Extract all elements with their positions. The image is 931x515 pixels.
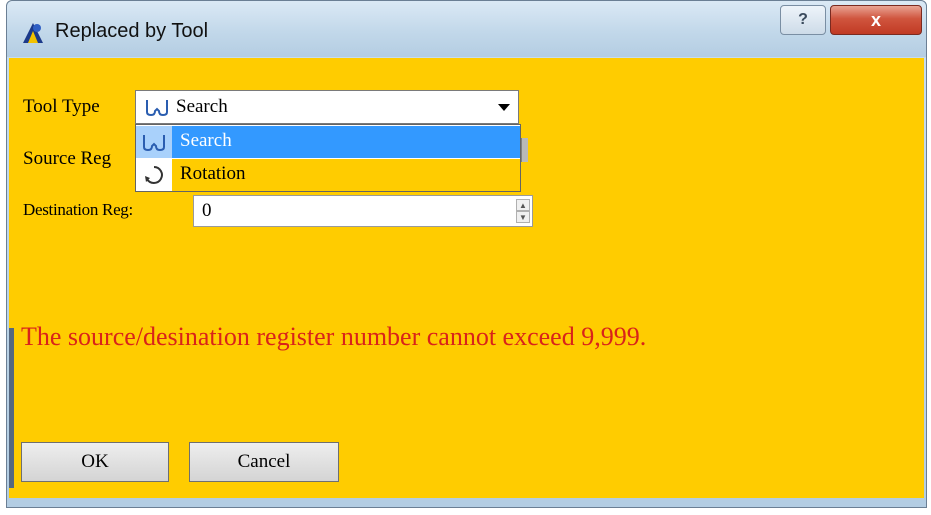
chevron-down-icon[interactable] [494,96,514,118]
close-button[interactable]: x [830,5,922,35]
source-reg-field-edge[interactable] [521,138,528,162]
dialog-window: Replaced by Tool ? x Tool Type Source Re… [6,0,927,508]
close-icon: x [870,9,881,30]
left-edge-accent [9,328,14,488]
destination-reg-value: 0 [202,200,212,221]
search-tool-icon [146,100,168,117]
dropdown-item-label: Rotation [180,163,246,184]
ok-button[interactable]: OK [21,442,169,482]
search-tool-icon [136,126,172,158]
tool-type-dropdown: Search Rotation [135,124,521,192]
destination-reg-label: Destination Reg: [23,200,133,219]
dialog-body: Tool Type Source Reg Destination Reg: Se… [9,58,924,498]
spin-down-icon[interactable]: ▼ [516,211,530,223]
window-title: Replaced by Tool [55,20,209,42]
tool-type-value: Search [176,96,228,117]
dropdown-item-search[interactable]: Search [136,126,520,158]
help-button[interactable]: ? [780,5,826,35]
help-icon: ? [798,11,808,28]
app-icon [23,23,43,43]
error-message: The source/desination register number ca… [21,322,647,351]
dropdown-item-rotation[interactable]: Rotation [136,159,520,191]
destination-reg-input[interactable]: 0 ▲ ▼ [193,195,533,227]
tool-type-label: Tool Type [23,96,100,117]
tool-type-select[interactable]: Search [135,90,519,124]
dropdown-item-label: Search [180,130,232,151]
rotation-tool-icon [136,159,172,191]
source-reg-label: Source Reg [23,148,112,169]
title-bar[interactable]: Replaced by Tool ? x [7,1,926,57]
cancel-button[interactable]: Cancel [189,442,339,482]
spin-up-icon[interactable]: ▲ [516,199,530,211]
spinner: ▲ ▼ [516,199,530,223]
